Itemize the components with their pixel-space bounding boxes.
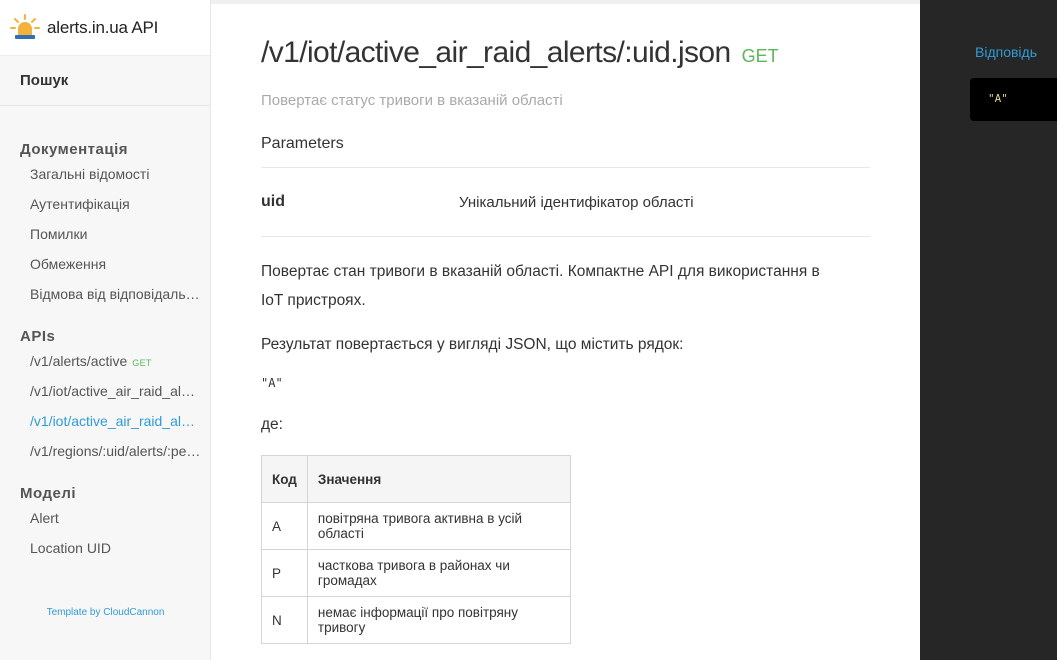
table-header-row: Код Значення bbox=[261, 455, 571, 503]
table-cell-code: N bbox=[261, 596, 308, 644]
response-code-block: "A" bbox=[970, 78, 1057, 121]
endpoint-header: /v1/iot/active_air_raid_alerts/:uid.json… bbox=[261, 36, 920, 70]
parameter-name: uid bbox=[261, 193, 285, 210]
nav-item-label: /v1/alerts/active bbox=[30, 353, 128, 369]
table-header-value: Значення bbox=[306, 455, 571, 503]
nav-item-iot-by-oblast[interactable]: /v1/iot/active_air_raid_alerts_by_oblast… bbox=[20, 376, 201, 406]
parameter-row: uid Унікальний ідентифікатор області bbox=[261, 168, 870, 237]
parameters-title: Parameters bbox=[261, 135, 870, 168]
nav-section-models: Моделі Alert Location UID bbox=[0, 476, 210, 563]
nav-item-limits[interactable]: Обмеження bbox=[20, 249, 201, 279]
nav-item-alerts-active[interactable]: /v1/alerts/active GET bbox=[20, 346, 201, 376]
table-cell-code: A bbox=[261, 502, 308, 550]
endpoint-title: /v1/iot/active_air_raid_alerts/:uid.json bbox=[261, 36, 731, 69]
table-row: P часткова тривога в районах чи громадах bbox=[261, 549, 571, 597]
nav-heading-models: Моделі bbox=[20, 485, 77, 502]
table-row: A повітряна тривога активна в усій облас… bbox=[261, 502, 571, 550]
nav-section-docs: Документація Загальні відомості Аутентиф… bbox=[0, 132, 210, 309]
nav-item-iot-by-uid[interactable]: /v1/iot/active_air_raid_alerts/:uid.json bbox=[20, 406, 201, 436]
table-row: N немає інформації про повітряну тривогу bbox=[261, 596, 571, 644]
main-content: /v1/iot/active_air_raid_alerts/:uid.json… bbox=[211, 0, 920, 660]
nav-item-regions-history[interactable]: /v1/regions/:uid/alerts/:period/history.… bbox=[20, 436, 201, 466]
sidebar: alerts.in.ua API Пошук Документація Зага… bbox=[0, 0, 211, 660]
siren-icon bbox=[10, 13, 40, 39]
brand-title: alerts.in.ua API bbox=[47, 17, 159, 37]
result-paragraph: Результат повертається у вигляді JSON, щ… bbox=[261, 336, 684, 353]
nav-section-apis: APIs /v1/alerts/active GET /v1/iot/active… bbox=[0, 319, 210, 466]
nav-item-location-uid[interactable]: Location UID bbox=[20, 533, 201, 563]
method-badge: GET bbox=[741, 46, 779, 66]
nav-heading-apis: APIs bbox=[20, 328, 56, 345]
method-tag: GET bbox=[132, 358, 152, 368]
template-credit-link[interactable]: Template by CloudCannon bbox=[0, 607, 211, 618]
parameter-description: Унікальний ідентифікатор області bbox=[459, 193, 694, 211]
nav-item-disclaimer[interactable]: Відмова від відповідальності bbox=[20, 279, 201, 309]
where-paragraph: де: bbox=[261, 416, 283, 433]
endpoint-subtitle: Повертає статус тривоги в вказаній облас… bbox=[261, 92, 563, 109]
nav-item-general[interactable]: Загальні відомості bbox=[20, 159, 201, 189]
table-cell-code: P bbox=[261, 549, 308, 597]
code-example: "A" bbox=[261, 376, 283, 390]
codes-table: Код Значення A повітряна тривога активна… bbox=[261, 455, 571, 644]
response-tab[interactable]: Відповідь bbox=[975, 44, 1037, 60]
table-cell-value: немає інформації про повітряну тривогу bbox=[306, 596, 571, 644]
table-header-code: Код bbox=[261, 455, 308, 503]
description-paragraph: Повертає стан тривоги в вказаній області… bbox=[261, 263, 820, 309]
table-cell-value: часткова тривога в районах чи громадах bbox=[306, 549, 571, 597]
nav-item-errors[interactable]: Помилки bbox=[20, 219, 201, 249]
table-cell-value: повітряна тривога активна в усій області bbox=[306, 502, 571, 550]
nav-heading-docs: Документація bbox=[20, 141, 129, 158]
brand-header[interactable]: alerts.in.ua API bbox=[0, 0, 210, 56]
nav-item-authentication[interactable]: Аутентифікація bbox=[20, 189, 201, 219]
nav-item-alert[interactable]: Alert bbox=[20, 503, 201, 533]
search-input[interactable]: Пошук bbox=[0, 56, 210, 106]
response-panel: Відповідь "A" bbox=[920, 0, 1057, 660]
